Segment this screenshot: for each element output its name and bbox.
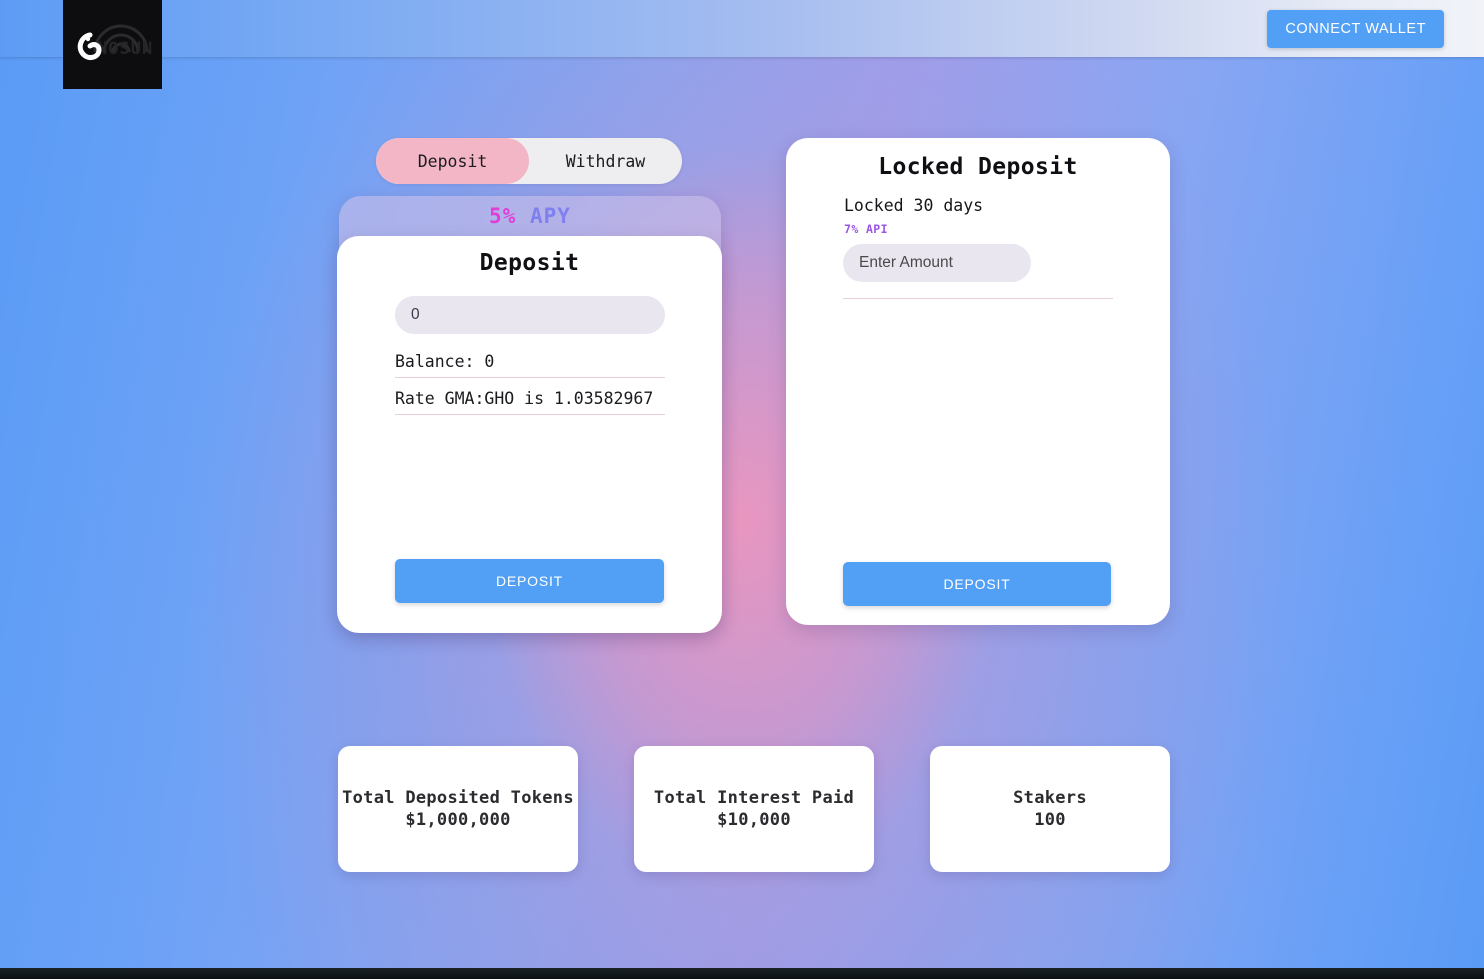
- deposit-balance-row: Balance: 0: [395, 352, 665, 378]
- stat-label: Total Deposited Tokens: [342, 788, 574, 808]
- deposit-card: Deposit Balance: 0 Rate GMA:GHO is 1.035…: [337, 236, 722, 633]
- app-header: CONNECT WALLET: [0, 0, 1484, 57]
- deposit-submit-button[interactable]: DEPOSIT: [395, 559, 664, 603]
- apy-rate-value: 5%: [489, 204, 517, 228]
- locked-divider: [843, 298, 1113, 299]
- apy-badge: 5% APY: [339, 204, 721, 228]
- locked-deposit-submit-button[interactable]: DEPOSIT: [843, 562, 1111, 606]
- locked-period-label: Locked 30 days: [844, 196, 984, 215]
- stat-card-total-interest-paid: Total Interest Paid $10,000: [634, 746, 874, 872]
- connect-wallet-button[interactable]: CONNECT WALLET: [1267, 10, 1444, 48]
- stat-card-total-deposited-tokens: Total Deposited Tokens $1,000,000: [338, 746, 578, 872]
- stat-label: Stakers: [1013, 788, 1087, 808]
- apy-rate-label: APY: [530, 204, 571, 228]
- logo-icon: NOSUN: [63, 0, 162, 89]
- locked-deposit-title: Locked Deposit: [878, 154, 1078, 180]
- tab-deposit[interactable]: Deposit: [376, 138, 529, 184]
- stat-value: $10,000: [717, 810, 791, 830]
- svg-text:NOSUN: NOSUN: [97, 39, 153, 59]
- deposit-amount-input[interactable]: [395, 296, 665, 334]
- deposit-rate-row: Rate GMA:GHO is 1.03582967: [395, 389, 665, 415]
- tab-withdraw[interactable]: Withdraw: [529, 138, 682, 184]
- bottom-strip: [0, 968, 1484, 979]
- locked-deposit-card: Locked Deposit Locked 30 days 7% API DEP…: [786, 138, 1170, 625]
- deposit-card-title: Deposit: [479, 250, 580, 276]
- stat-value: 100: [1034, 810, 1066, 830]
- deposit-withdraw-toggle[interactable]: Deposit Withdraw: [376, 138, 682, 184]
- stat-card-stakers: Stakers 100: [930, 746, 1170, 872]
- brand-logo[interactable]: NOSUN: [63, 0, 162, 89]
- stat-label: Total Interest Paid: [653, 788, 855, 808]
- locked-amount-input[interactable]: [843, 244, 1031, 282]
- stat-value: $1,000,000: [405, 810, 511, 830]
- locked-api-label: 7% API: [844, 222, 888, 236]
